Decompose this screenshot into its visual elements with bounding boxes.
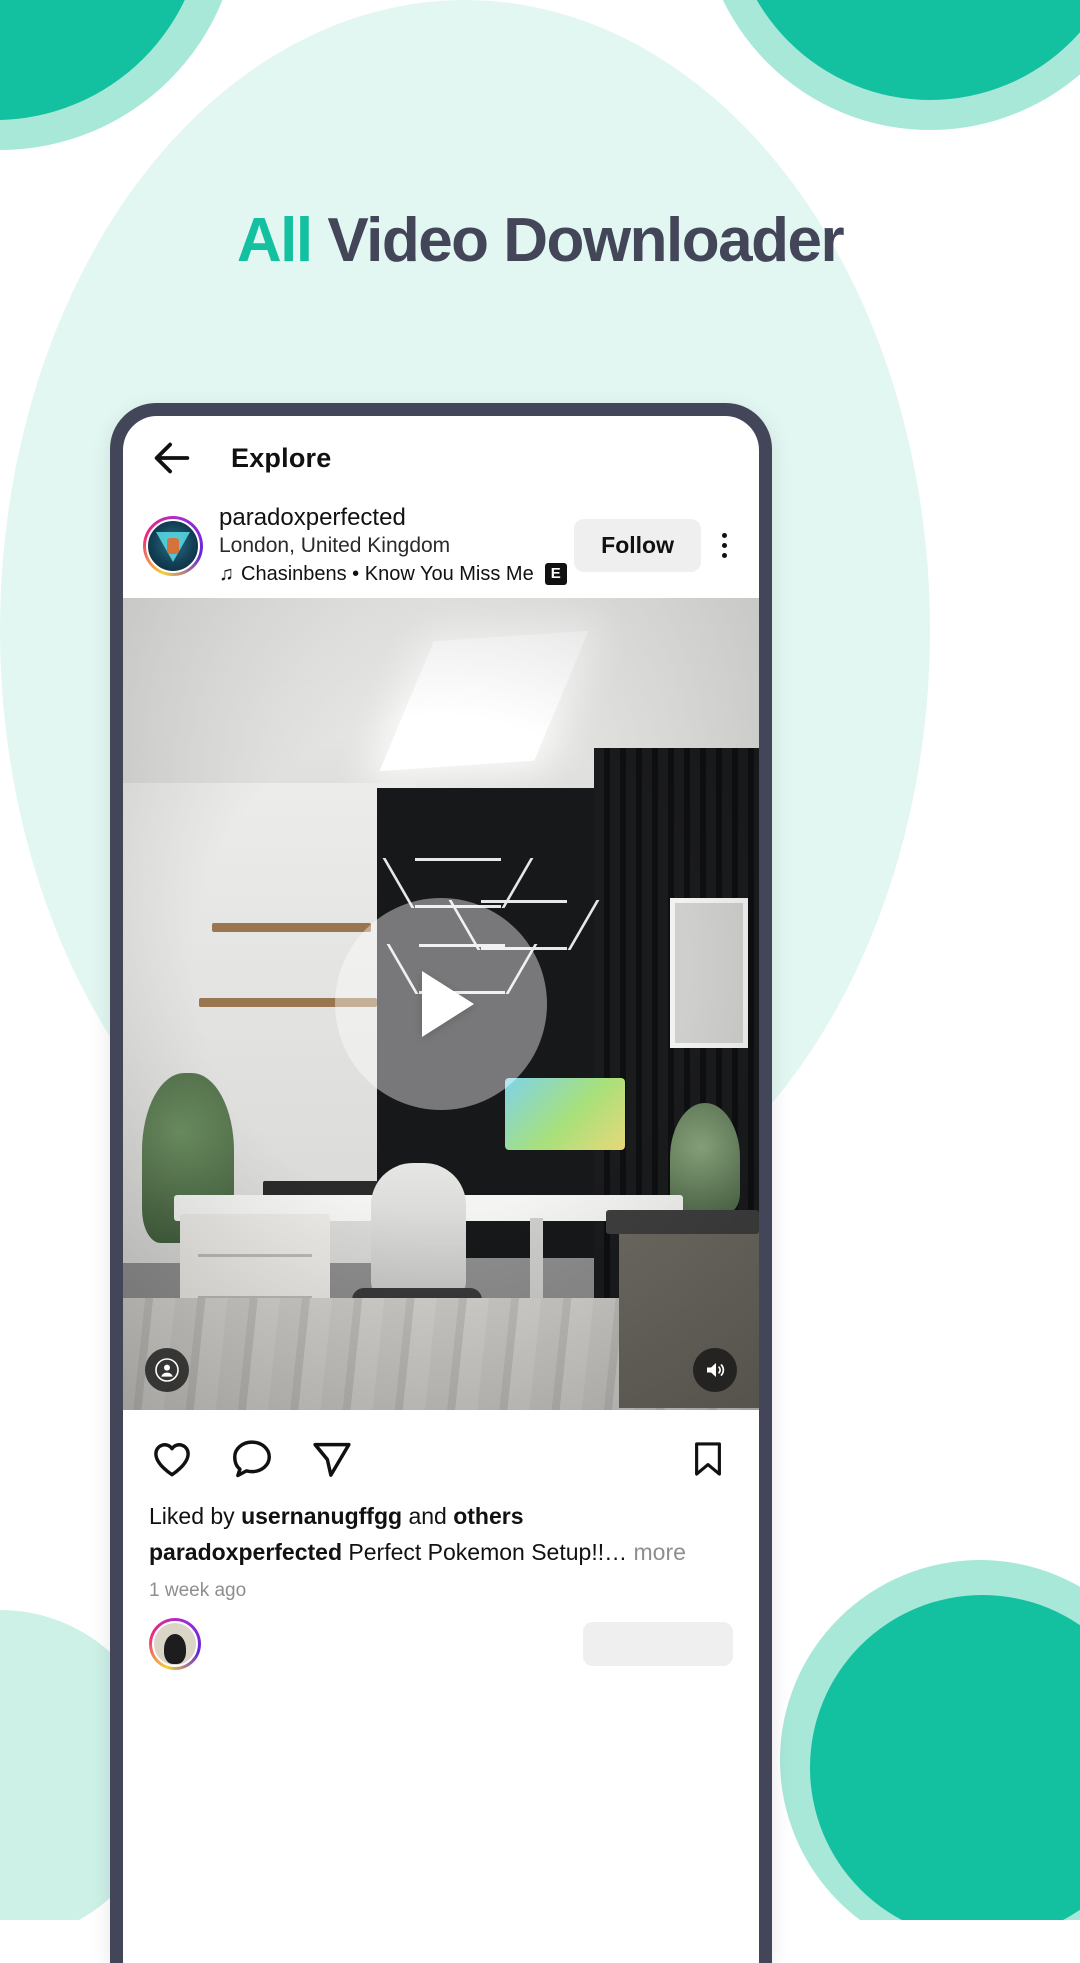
likes-prefix: Liked by: [149, 1502, 242, 1529]
post-timestamp: 1 week ago: [149, 1580, 247, 1602]
post-media[interactable]: [123, 597, 759, 1410]
caption-more-link[interactable]: more: [627, 1539, 685, 1565]
phone-screen: Explore paradoxperfected London, United …: [123, 416, 759, 1963]
comment-action-pill[interactable]: [583, 1622, 733, 1667]
bookmark-icon[interactable]: [687, 1436, 729, 1482]
avatar-image: [146, 518, 200, 573]
page-title-accent: All: [236, 206, 313, 275]
post-header-text: paradoxperfected London, United Kingdom …: [219, 504, 574, 588]
post-header: paradoxperfected London, United Kingdom …: [123, 500, 759, 598]
kebab-menu-icon[interactable]: [707, 533, 741, 559]
post-music-row[interactable]: ♫ Chasinbens • Know You Miss Me E: [219, 561, 574, 588]
phone-mockup: Explore paradoxperfected London, United …: [110, 403, 772, 1963]
comment-icon[interactable]: [229, 1436, 275, 1482]
share-icon[interactable]: [309, 1436, 355, 1482]
sound-on-icon[interactable]: [693, 1347, 737, 1392]
likes-username[interactable]: usernanugffgg: [241, 1503, 402, 1529]
music-note-icon: ♫: [219, 563, 234, 586]
heart-icon[interactable]: [149, 1436, 195, 1482]
likes-others[interactable]: others: [453, 1503, 523, 1529]
comment-avatar[interactable]: [149, 1618, 201, 1671]
avatar[interactable]: [143, 515, 203, 576]
caption-username[interactable]: paradoxperfected: [149, 1539, 342, 1565]
page-title: All Video Downloader: [0, 205, 1080, 276]
caption-text: Perfect Pokemon Setup!!…: [342, 1538, 628, 1565]
app-bar-title: Explore: [231, 442, 332, 473]
follow-button[interactable]: Follow: [574, 519, 701, 573]
app-bar: Explore: [123, 416, 759, 500]
caption-line: paradoxperfected Perfect Pokemon Setup!!…: [149, 1534, 733, 1570]
play-icon[interactable]: [335, 897, 547, 1110]
back-arrow-icon[interactable]: [149, 435, 195, 481]
comment-composer-row: [123, 1602, 759, 1671]
play-triangle: [422, 970, 474, 1037]
account-tag-icon[interactable]: [145, 1347, 189, 1392]
post-music-text: Chasinbens • Know You Miss Me: [241, 562, 534, 585]
post-location[interactable]: London, United Kingdom: [219, 532, 574, 559]
post-caption-block: Liked by usernanugffgg and others parado…: [123, 1492, 759, 1603]
likes-middle: and: [402, 1502, 454, 1529]
explicit-badge: E: [544, 563, 567, 586]
post-username[interactable]: paradoxperfected: [219, 504, 574, 532]
likes-line: Liked by usernanugffgg and others: [149, 1498, 733, 1534]
post-actions: [123, 1410, 759, 1492]
page-title-rest: Video Downloader: [311, 206, 844, 275]
